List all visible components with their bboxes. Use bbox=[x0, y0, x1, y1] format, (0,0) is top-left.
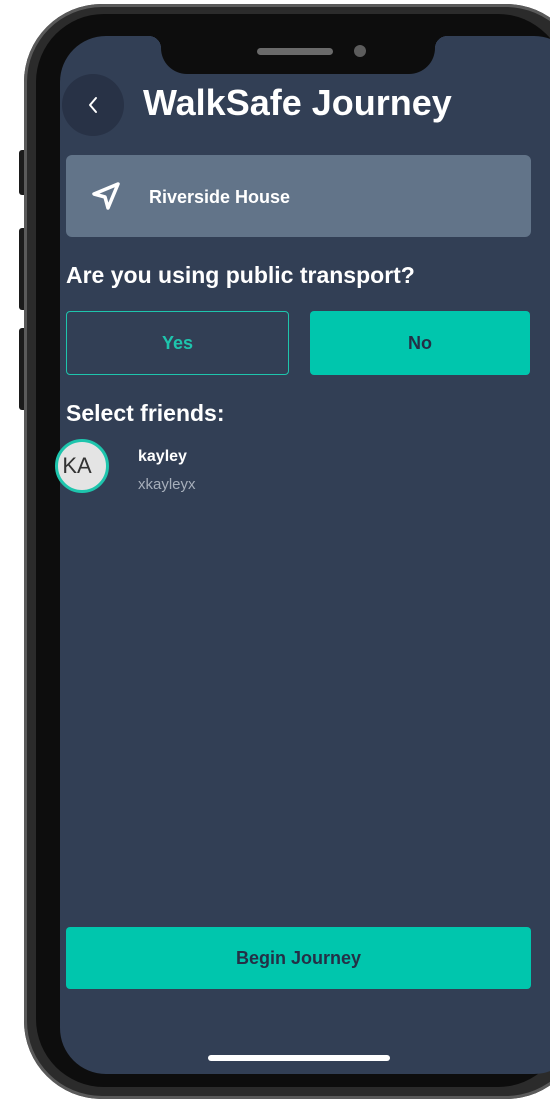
transport-question: Are you using public transport? bbox=[66, 262, 415, 288]
avatar: KA bbox=[55, 439, 109, 493]
destination-label: Riverside House bbox=[149, 187, 291, 207]
friend-name: kayley bbox=[138, 448, 187, 465]
no-button[interactable]: No bbox=[310, 311, 530, 375]
begin-journey-button[interactable]: Begin Journey bbox=[66, 927, 531, 989]
chevron-left-icon bbox=[89, 97, 97, 113]
speaker-grille bbox=[257, 48, 333, 55]
back-button[interactable] bbox=[62, 74, 124, 136]
front-camera bbox=[354, 45, 366, 57]
page-title: WalkSafe Journey bbox=[143, 82, 452, 123]
navigation-arrow-icon bbox=[92, 182, 120, 210]
yes-button[interactable]: Yes bbox=[66, 311, 289, 375]
avatar-initials: KA bbox=[62, 453, 92, 478]
device-mockup: WalkSafe Journey Riverside House Are you… bbox=[0, 0, 550, 1103]
friend-list-item[interactable]: KA kayley xkayleyx bbox=[55, 436, 355, 506]
friends-heading: Select friends: bbox=[66, 400, 225, 426]
home-indicator bbox=[208, 1055, 390, 1061]
notch bbox=[149, 36, 447, 74]
destination-card[interactable]: Riverside House bbox=[66, 155, 531, 237]
friend-username: xkayleyx bbox=[138, 476, 196, 493]
